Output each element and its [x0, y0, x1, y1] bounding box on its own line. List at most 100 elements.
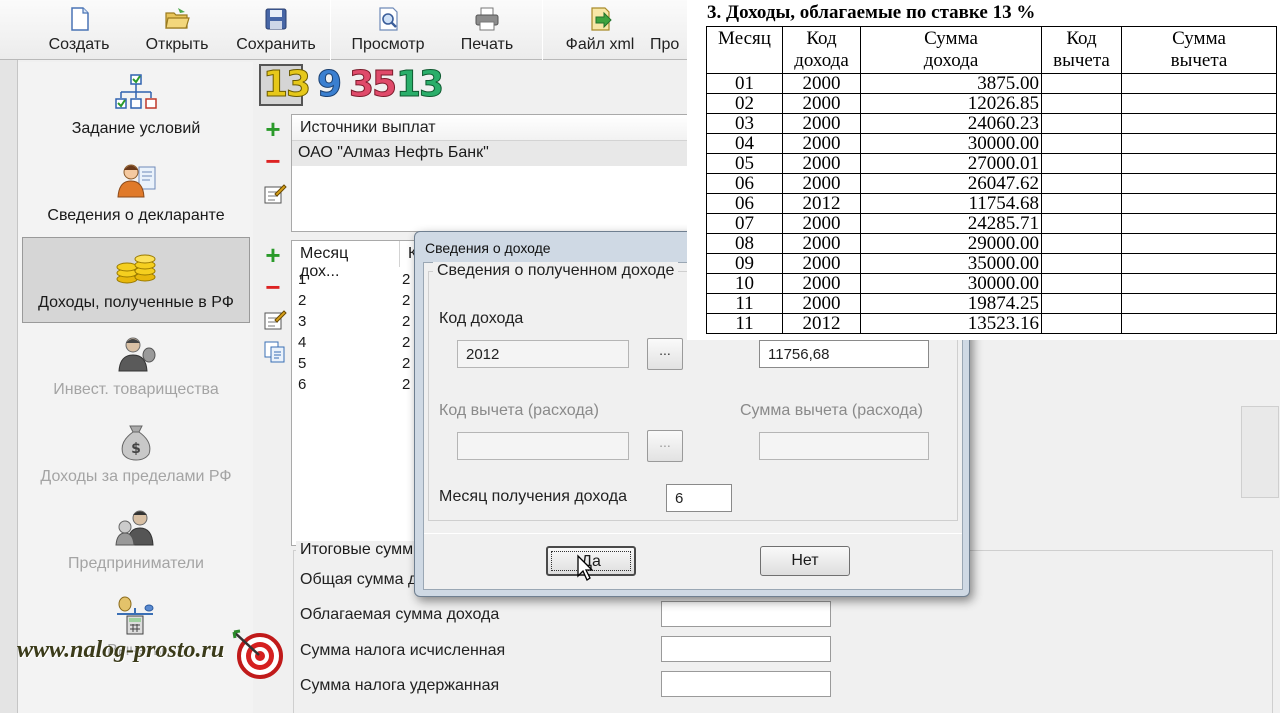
rate-tab-13-second[interactable]: 13	[395, 64, 444, 106]
table-row[interactable]: 32	[298, 313, 410, 330]
table-row[interactable]: 52	[298, 355, 410, 372]
deduction-code-cell	[1041, 73, 1122, 94]
deduction-code-cell	[1041, 173, 1122, 194]
remove-source-button[interactable]: −	[261, 148, 285, 174]
cancel-button[interactable]: Нет	[760, 546, 850, 576]
edit-income-icon[interactable]	[263, 308, 287, 332]
income-sum-cell: 19874.25	[860, 293, 1042, 314]
declarant-person-icon	[117, 164, 156, 198]
deduction-code-cell	[1041, 253, 1122, 274]
table-row[interactable]: 12	[298, 271, 410, 288]
column-header: Сумма дохода	[860, 26, 1042, 74]
create-button[interactable]: Создать	[38, 0, 120, 60]
month-cell: 09	[706, 253, 783, 274]
deduction-sum-field[interactable]	[759, 432, 929, 460]
income-code-cell: 2000	[782, 293, 861, 314]
income-sum-cell: 30000.00	[860, 133, 1042, 154]
mouse-cursor-icon	[577, 554, 594, 581]
tax-withheld-field[interactable]	[661, 671, 831, 697]
table-row: 05 2000 27000.01	[706, 153, 1277, 174]
column-header: Код вычета	[1041, 26, 1122, 74]
deduction-code-cell	[1041, 193, 1122, 214]
month-cell: 02	[706, 93, 783, 114]
table-row: 07 2000 24285.71	[706, 213, 1277, 234]
table-row[interactable]: 42	[298, 334, 410, 351]
income-code-cell: 2000	[782, 233, 861, 254]
open-folder-icon	[165, 8, 190, 29]
month-received-field[interactable]: 6	[666, 484, 732, 512]
deduction-code-field[interactable]	[457, 432, 629, 460]
table-row: 08 2000 29000.00	[706, 233, 1277, 254]
deduction-sum-cell	[1121, 213, 1277, 234]
add-source-button[interactable]: +	[261, 116, 285, 142]
rate-tab-13[interactable]: 13	[262, 64, 311, 106]
income-month-cell: 6	[298, 376, 307, 393]
toolbar-button-partial[interactable]: Про	[650, 0, 690, 60]
column-header-line: Месяц	[718, 28, 771, 49]
month-received-label: Месяц получения дохода	[439, 488, 627, 505]
new-file-icon	[71, 7, 89, 31]
table-row: 10 2000 30000.00	[706, 273, 1277, 294]
save-button[interactable]: Сохранить	[232, 0, 320, 60]
xml-file-button[interactable]: Файл xml	[558, 0, 642, 60]
income-code-cell: 2	[402, 355, 411, 372]
sidebar-item-label: Сведения о декларанте	[47, 207, 225, 224]
sidebar-item-declarant[interactable]: Сведения о декларанте	[22, 151, 250, 237]
edit-source-icon[interactable]	[263, 182, 287, 206]
remove-income-button[interactable]: −	[261, 274, 285, 300]
income-code-cell: 2	[402, 292, 411, 309]
income-code-label: Код дохода	[439, 310, 524, 327]
target-dart-icon	[232, 629, 283, 679]
sidebar-item-label: Доходы за пределами РФ	[40, 468, 232, 485]
rate-tab-35[interactable]: 35	[348, 64, 397, 106]
deduction-code-cell	[1041, 213, 1122, 234]
deduction-code-cell	[1041, 93, 1122, 114]
deduction-sum-cell	[1121, 153, 1277, 174]
table-row: 09 2000 35000.00	[706, 253, 1277, 274]
preview-button[interactable]: Просмотр	[344, 0, 432, 60]
income-code-field[interactable]: 2012	[457, 340, 629, 368]
income-sum-cell: 3875.00	[860, 73, 1042, 94]
month-cell: 04	[706, 133, 783, 154]
toolbar-separator	[330, 0, 331, 60]
deduction-sum-cell	[1121, 93, 1277, 114]
rate-tab-9[interactable]: 9	[316, 64, 342, 106]
save-disk-icon	[265, 8, 287, 30]
table-row[interactable]: 22	[298, 292, 410, 309]
income-code-browse-button[interactable]: ...	[647, 338, 683, 370]
sidebar-item-income-abroad[interactable]: $ Доходы за пределами РФ	[22, 412, 250, 498]
table-row: 06 2012 11754.68	[706, 193, 1277, 214]
taxable-income-field[interactable]	[661, 601, 831, 627]
sidebar-item-label: Доходы, полученные в РФ	[38, 294, 234, 311]
sidebar-item-conditions[interactable]: Задание условий	[22, 64, 250, 150]
open-button[interactable]: Открыть	[136, 0, 218, 60]
income-code-cell: 2000	[782, 253, 861, 274]
income-sum-cell: 35000.00	[860, 253, 1042, 274]
deduction-sum-cell	[1121, 273, 1277, 294]
deduction-sum-cell	[1121, 73, 1277, 94]
deduction-sum-cell	[1121, 293, 1277, 314]
add-income-button[interactable]: +	[261, 242, 285, 268]
toolbar-partial-label: Про	[650, 36, 680, 53]
table-row[interactable]: 62	[298, 376, 410, 393]
income-code-cell: 2012	[782, 193, 861, 214]
month-cell: 06	[706, 193, 783, 214]
income-sum-field[interactable]: 11756,68	[759, 340, 929, 368]
month-cell: 07	[706, 213, 783, 234]
deduction-code-browse-button[interactable]: ...	[647, 430, 683, 462]
sidebar-item-income-rf[interactable]: Доходы, полученные в РФ	[22, 237, 250, 323]
sidebar-item-invest[interactable]: Инвест. товарищества	[22, 325, 250, 411]
income-code-cell: 2	[402, 313, 411, 330]
paper-document-overlay: 3. Доходы, облагаемые по ставке 13 % Мес…	[687, 0, 1280, 340]
print-button[interactable]: Печать	[446, 0, 528, 60]
copy-income-icon[interactable]	[263, 340, 287, 364]
deduction-code-cell	[1041, 273, 1122, 294]
income-month-column-header[interactable]: Месяц дох...	[292, 241, 400, 280]
create-label: Создать	[48, 36, 110, 53]
sidebar-item-entrepreneurs[interactable]: Предприниматели	[22, 499, 250, 585]
panel-scrollbar[interactable]	[1241, 406, 1279, 498]
xml-file-icon	[591, 7, 612, 31]
income-code-cell: 2012	[782, 313, 861, 334]
income-code-cell: 2000	[782, 273, 861, 294]
tax-calculated-field[interactable]	[661, 636, 831, 662]
